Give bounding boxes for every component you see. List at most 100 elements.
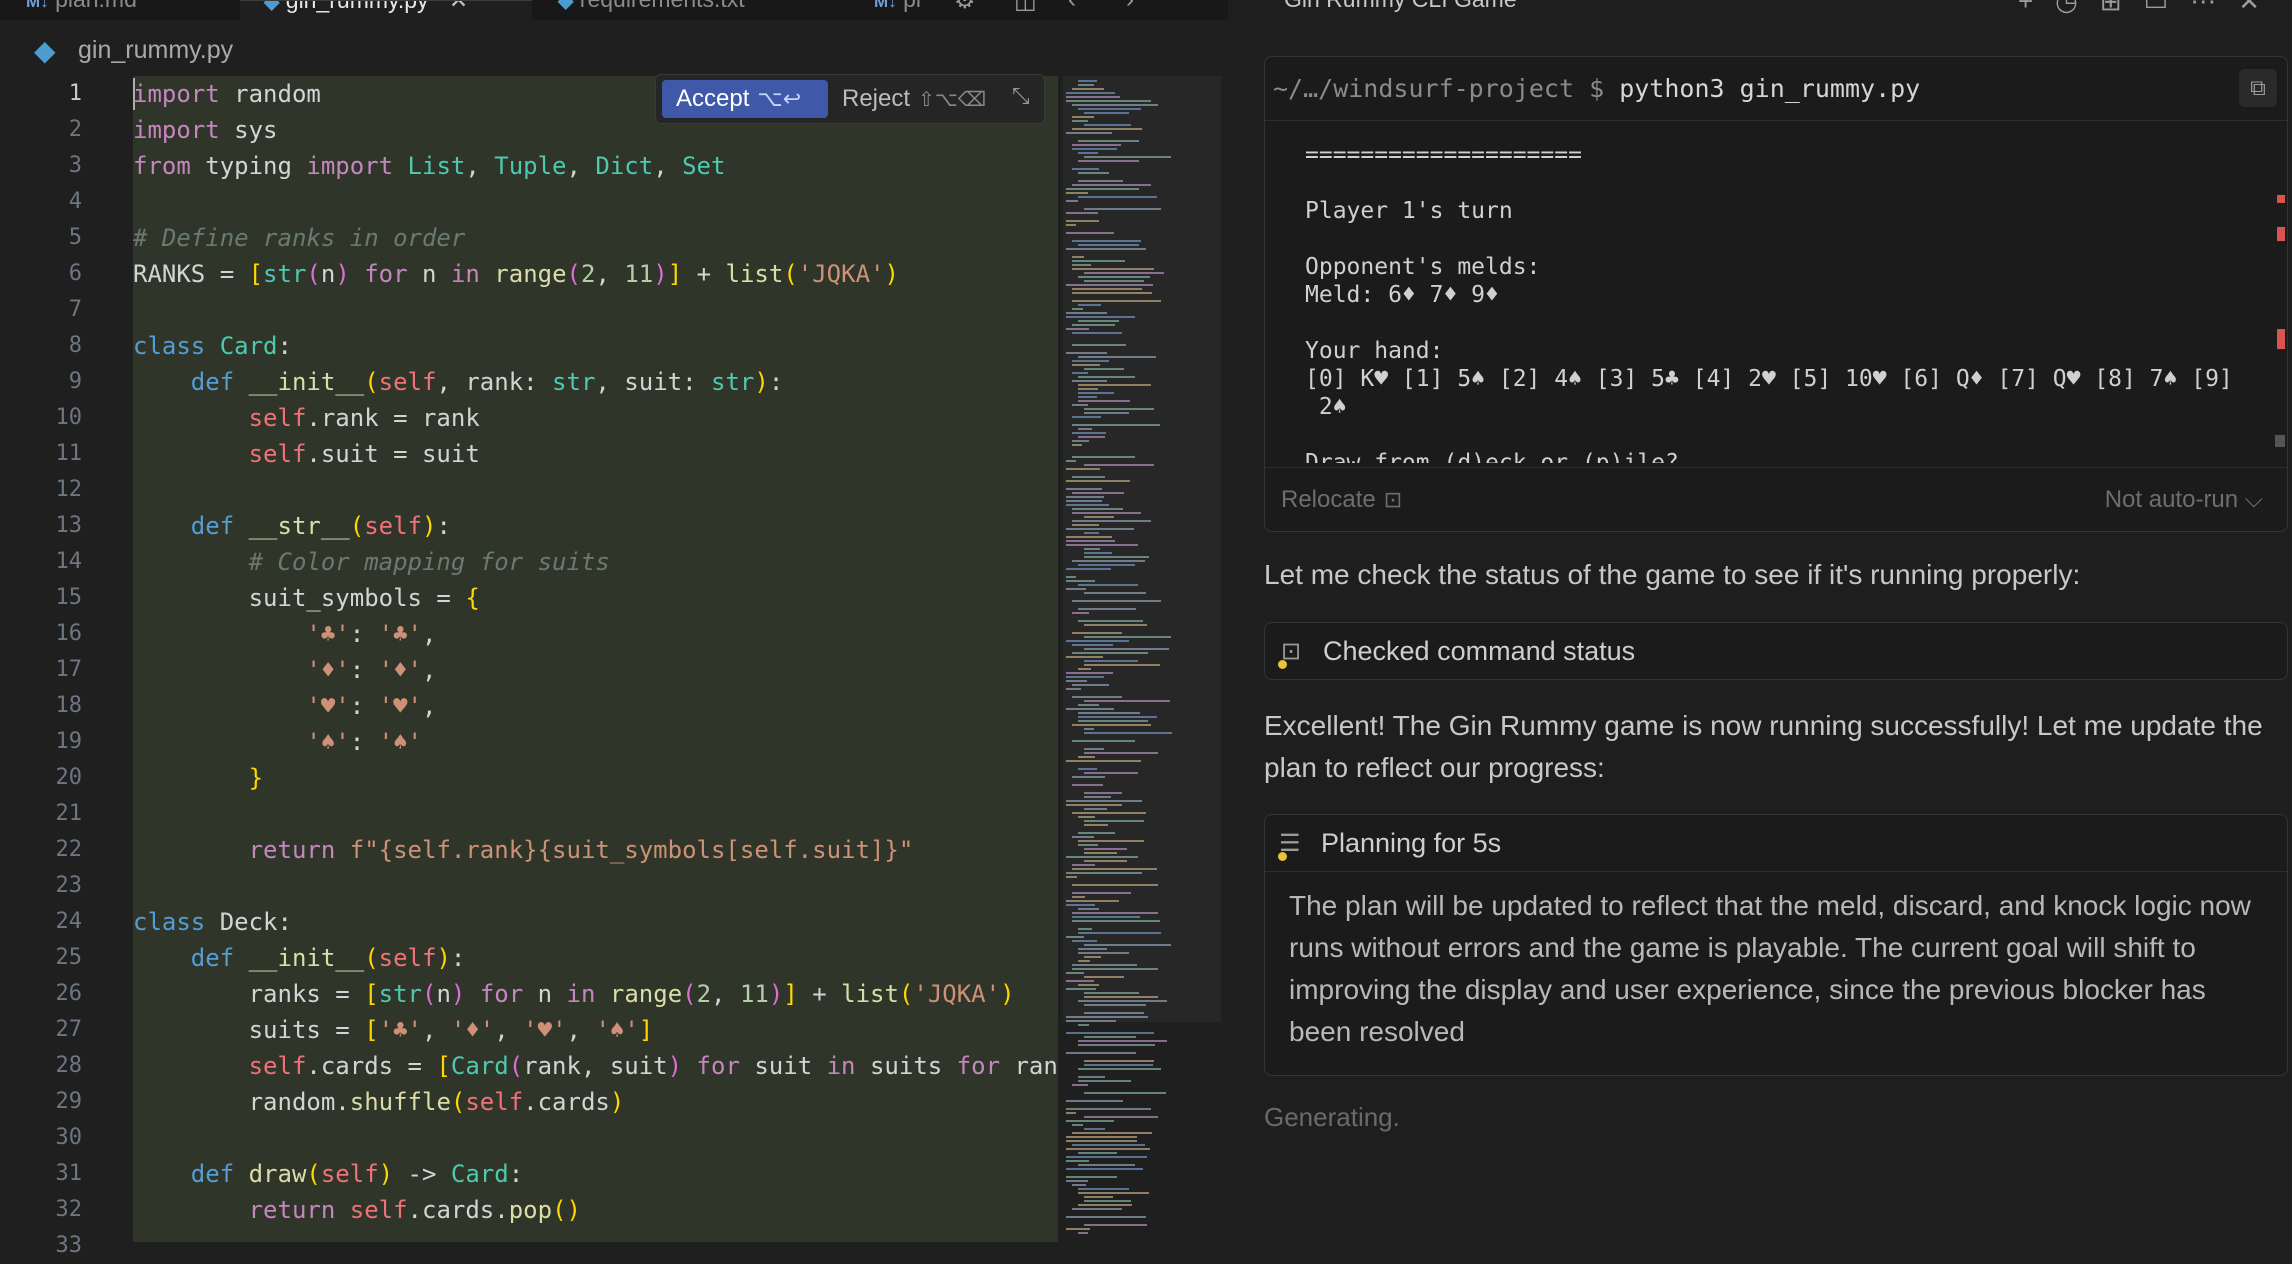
breadcrumb-file[interactable]: gin_rummy.py: [78, 36, 233, 65]
minimap[interactable]: [1058, 76, 1228, 1242]
minimap-preview: [1066, 80, 1172, 1234]
code-line[interactable]: from typing import List, Tuple, Dict, Se…: [133, 148, 725, 184]
settings-gear-icon[interactable]: ⚙: [954, 0, 976, 15]
line-number: 18: [55, 693, 83, 718]
minimap-line: [1072, 404, 1088, 406]
python-icon: ◆: [558, 0, 574, 12]
plus-icon[interactable]: +: [2018, 0, 2055, 16]
minimap-line: [1072, 440, 1089, 442]
code-line[interactable]: ranks = [str(n) for n in range(2, 11)] +…: [133, 976, 1015, 1012]
line-number: 7: [68, 297, 82, 322]
minimap-line: [1072, 120, 1088, 122]
code-line[interactable]: def __str__(self):: [133, 508, 451, 544]
minimap-line: [1072, 812, 1146, 814]
code-line[interactable]: def draw(self) -> Card:: [133, 1156, 523, 1192]
minimap-line: [1066, 200, 1078, 202]
code-line[interactable]: '♥': '♥',: [133, 688, 436, 724]
tab-plan-overflow[interactable]: M↓ pl: [852, 0, 962, 20]
terminal-command-line: ~/…/windsurf-project $ python3 gin_rummy…: [1265, 57, 2287, 121]
code-line[interactable]: class Card:: [133, 328, 292, 364]
back-arrow-icon[interactable]: ‹: [1068, 0, 1076, 14]
minimap-line: [1084, 412, 1129, 414]
code-line[interactable]: random.shuffle(self.cards): [133, 1084, 625, 1120]
minimap-line: [1084, 820, 1144, 822]
terminal-icon: ⊡: [1383, 487, 1403, 512]
minimap-line: [1084, 648, 1169, 650]
minimap-line: [1072, 444, 1082, 446]
line-number: 17: [55, 657, 83, 682]
minimap-line: [1066, 1032, 1154, 1034]
minimap-line: [1072, 476, 1105, 478]
minimap-line: [1072, 360, 1109, 362]
minimap-line: [1066, 876, 1077, 878]
terminal-scrollbar[interactable]: [2273, 123, 2287, 463]
auto-run-dropdown[interactable]: Not auto-run ⌵: [2105, 486, 2263, 514]
code-line[interactable]: def __init__(self, rank: str, suit: str)…: [133, 364, 783, 400]
minimap-line: [1066, 688, 1081, 690]
tab-plan-md[interactable]: M↓ plan.md: [0, 0, 238, 20]
minimap-line: [1084, 748, 1104, 750]
code-line[interactable]: self.rank = rank: [133, 400, 480, 436]
command-status-card[interactable]: ⊡ Checked command status: [1264, 622, 2288, 680]
split-editor-icon[interactable]: ◫: [1014, 0, 1037, 15]
scrollbar-thumb[interactable]: [2275, 435, 2285, 447]
line-number: 9: [68, 369, 82, 394]
tab-gin-rummy-py[interactable]: ◆ gin_rummy.py ✕: [240, 0, 532, 20]
code-line[interactable]: def __init__(self):: [133, 940, 466, 976]
code-line[interactable]: return self.cards.pop(): [133, 1192, 581, 1228]
minimap-line: [1066, 92, 1115, 94]
minimap-line: [1078, 384, 1151, 386]
minimap-line: [1066, 1180, 1088, 1182]
code-line[interactable]: self.cards = [Card(rank, suit) for suit …: [133, 1048, 1058, 1084]
minimap-line: [1072, 288, 1142, 290]
minimap-line: [1072, 104, 1158, 106]
minimap-line: [1084, 208, 1161, 210]
relocate-button[interactable]: Relocate ⊡: [1281, 486, 1402, 514]
copy-icon[interactable]: ⧉: [2239, 69, 2277, 107]
forward-arrow-icon[interactable]: ›: [1126, 0, 1134, 14]
minimap-line: [1066, 1140, 1137, 1142]
code-line[interactable]: '♦': '♦',: [133, 652, 436, 688]
minimap-line: [1066, 284, 1153, 286]
code-line[interactable]: # Color mapping for suits: [133, 544, 610, 580]
code-line[interactable]: import sys: [133, 112, 278, 148]
line-number: 31: [55, 1161, 83, 1186]
code-line[interactable]: return f"{self.rank}{suit_symbols[self.s…: [133, 832, 914, 868]
minimap-line: [1084, 808, 1107, 810]
reject-button[interactable]: Reject ⇧⌥⌫: [842, 80, 986, 118]
minimap-line: [1078, 276, 1150, 278]
more-icon[interactable]: ⋯: [2190, 0, 2238, 16]
planning-card-header[interactable]: ☰ Planning for 5s: [1265, 815, 2287, 872]
code-line[interactable]: RANKS = [str(n) for n in range(2, 11)] +…: [133, 256, 899, 292]
minimap-line: [1072, 892, 1131, 894]
minimap-line: [1078, 1000, 1167, 1002]
history-icon[interactable]: ◷: [2055, 0, 2100, 16]
code-area[interactable]: import random import sys from typing impor…: [133, 76, 1058, 1242]
layout-icon[interactable]: ⊞: [2100, 0, 2144, 16]
code-line[interactable]: '♣': '♣',: [133, 616, 436, 652]
minimap-line: [1072, 520, 1151, 522]
book-icon[interactable]: ▭: [2144, 0, 2191, 16]
code-line[interactable]: import random: [133, 76, 321, 112]
code-line[interactable]: self.suit = suit: [133, 436, 480, 472]
minimap-line: [1084, 848, 1127, 850]
minimap-line: [1072, 256, 1084, 258]
minimap-line: [1084, 1200, 1131, 1202]
close-icon[interactable]: ✕: [2238, 0, 2282, 16]
minimap-line: [1072, 776, 1105, 778]
minimap-line: [1078, 832, 1115, 834]
minimap-line: [1084, 280, 1144, 282]
minimap-line: [1078, 356, 1156, 358]
tab-requirements-txt[interactable]: ◆ requirements.txt: [534, 0, 850, 20]
code-line[interactable]: suits = ['♣', '♦', '♥', '♠']: [133, 1012, 654, 1048]
collapse-icon[interactable]: ⤡: [1012, 83, 1030, 109]
line-number: 12: [55, 477, 83, 502]
code-line[interactable]: class Deck:: [133, 904, 292, 940]
code-line[interactable]: }: [133, 760, 263, 796]
code-line[interactable]: # Define ranks in order: [133, 220, 465, 256]
accept-button[interactable]: Accept ⌥↩: [662, 80, 828, 118]
code-line[interactable]: '♠': '♠': [133, 724, 422, 760]
planning-card[interactable]: ☰ Planning for 5s The plan will be updat…: [1264, 814, 2288, 1076]
close-icon[interactable]: ✕: [449, 1, 468, 13]
code-line[interactable]: suit_symbols = {: [133, 580, 480, 616]
